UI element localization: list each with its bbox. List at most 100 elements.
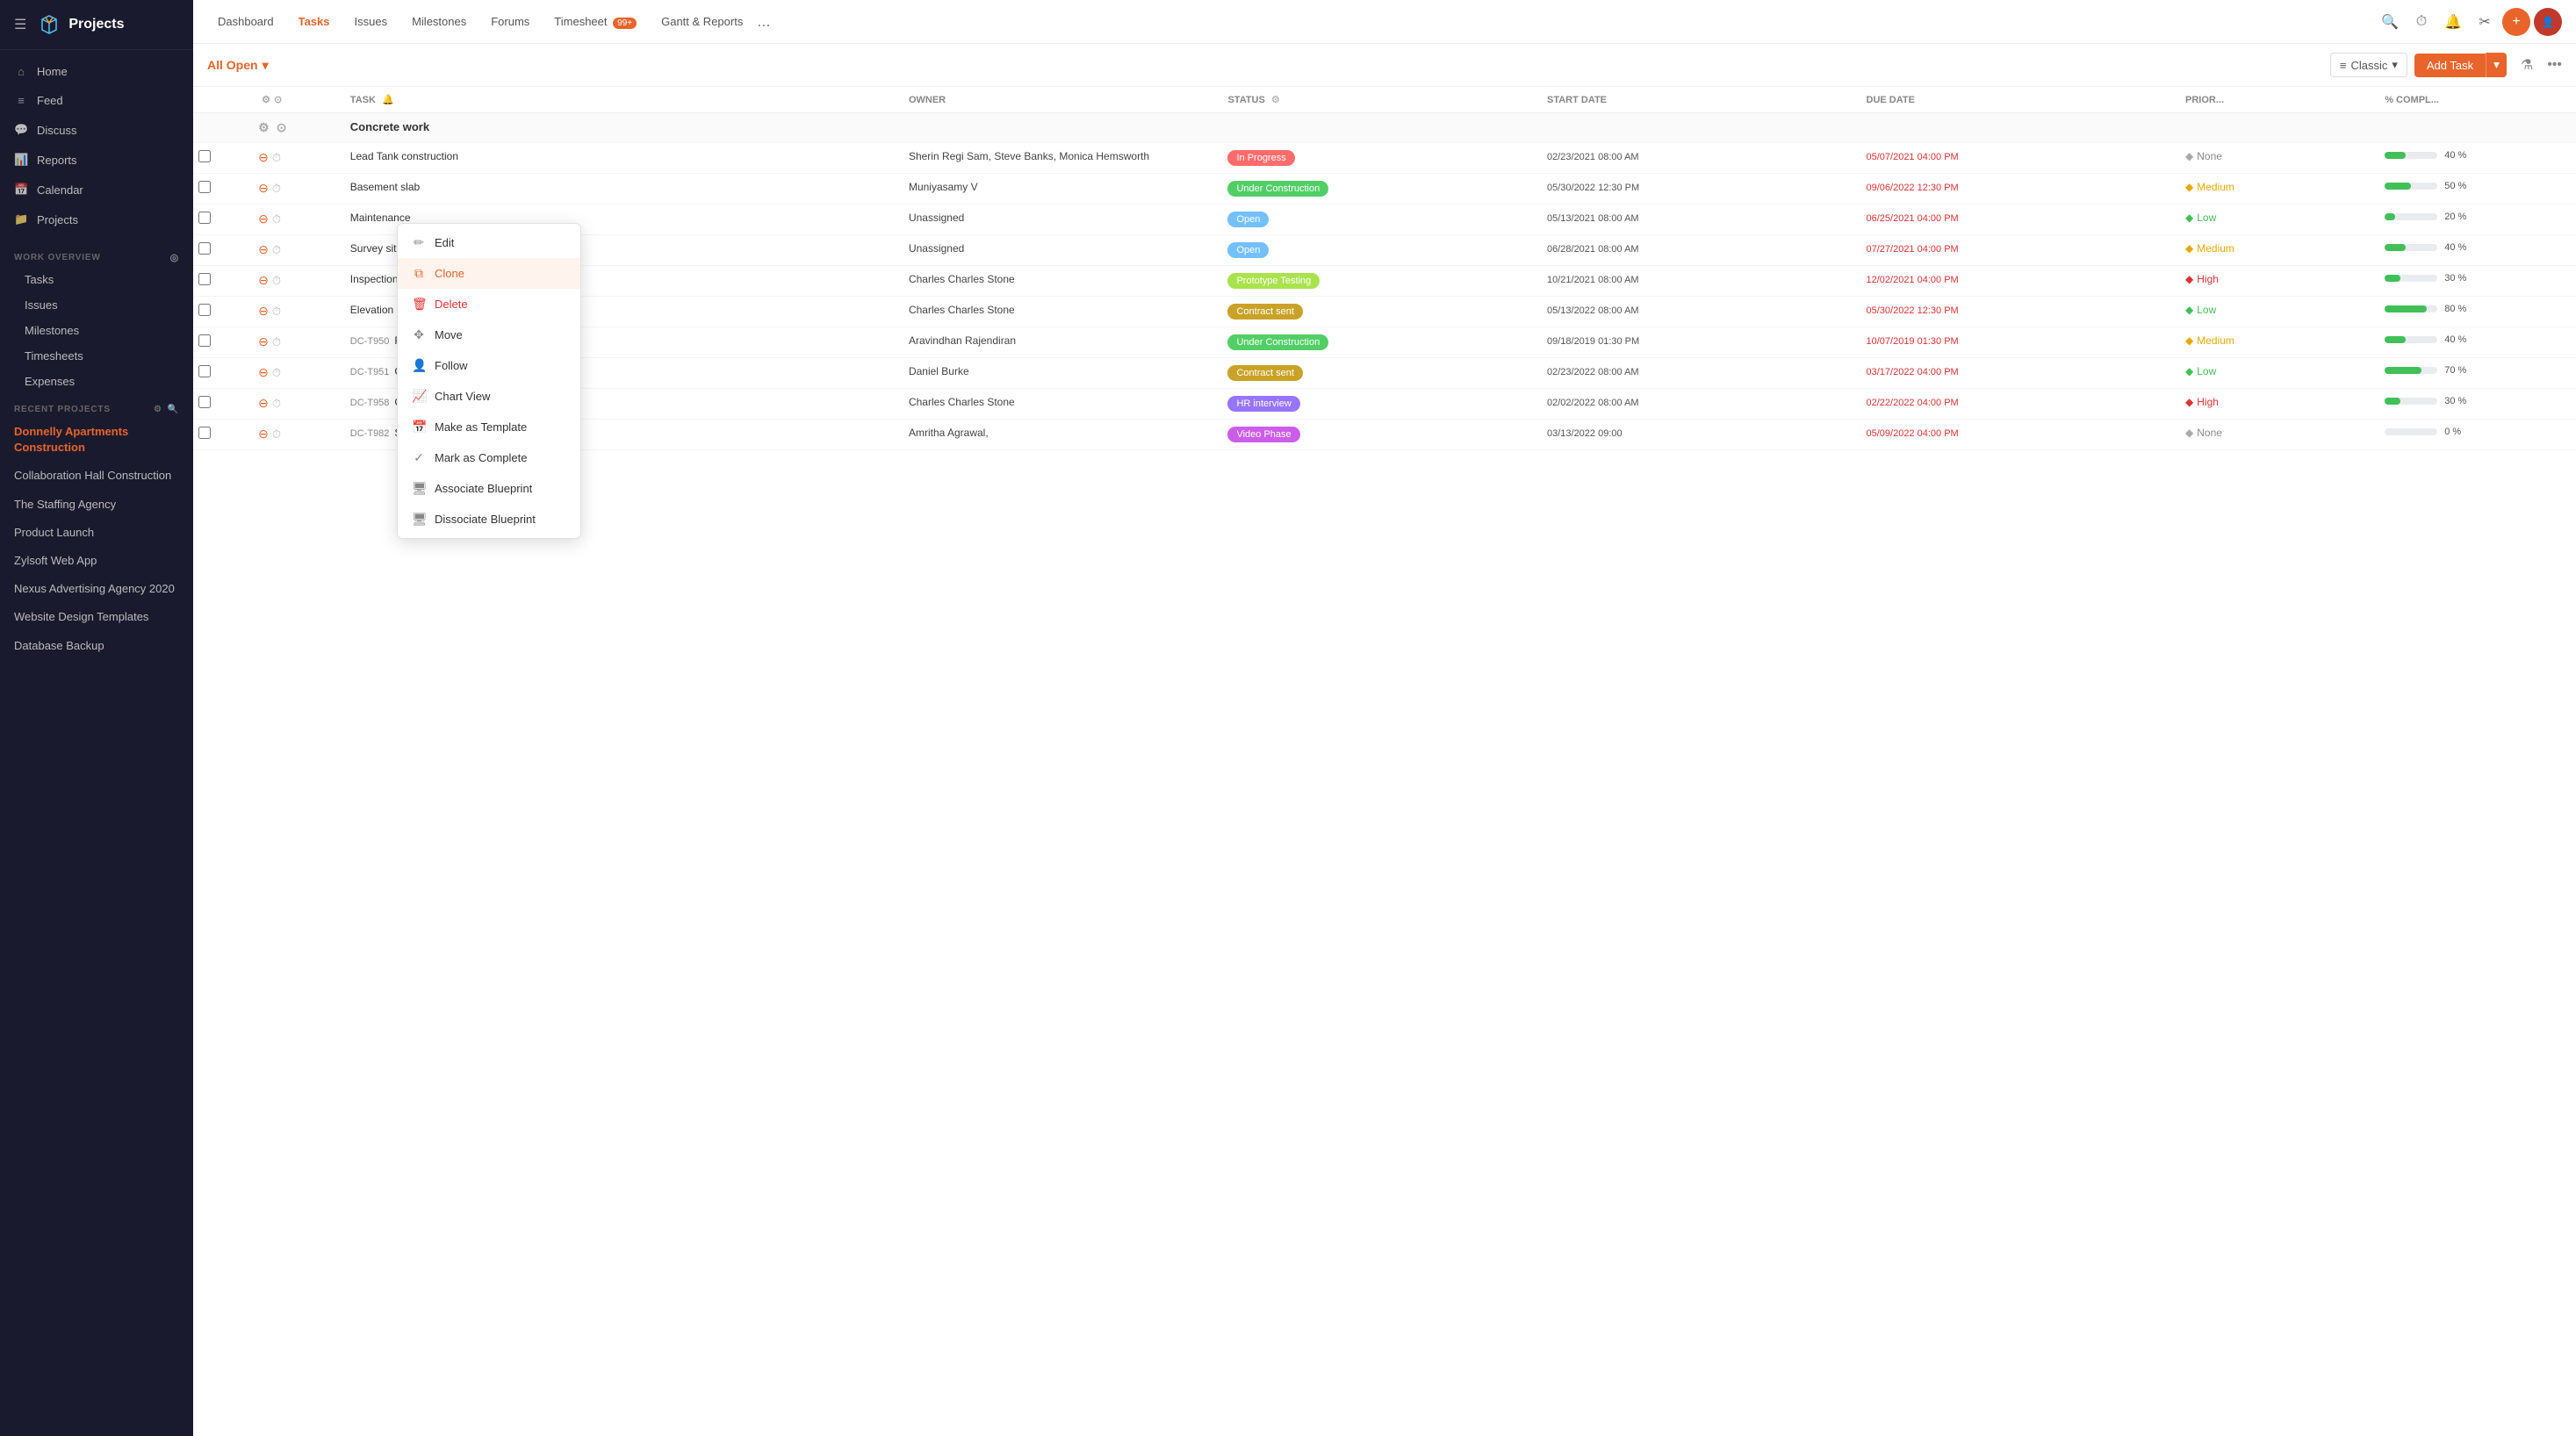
status-badge[interactable]: Open [1227, 242, 1269, 258]
context-menu-move[interactable]: ✥ Move [398, 320, 580, 350]
status-badge[interactable]: HR interview [1227, 396, 1299, 412]
task-timer-icon[interactable]: ⏱ [272, 427, 281, 442]
sidebar-item-milestones[interactable]: Milestones [0, 318, 193, 343]
hamburger-icon[interactable]: ☰ [14, 16, 26, 33]
task-timer-icon[interactable]: ⏱ [272, 182, 281, 196]
nav-issues[interactable]: Issues [344, 10, 399, 33]
sidebar-item-feed[interactable]: ≡ Feed [0, 86, 193, 115]
sidebar-item-expenses[interactable]: Expenses [0, 369, 193, 394]
filter-icon-button[interactable]: ⚗ [2514, 53, 2540, 77]
add-task-button[interactable]: Add Task [2414, 54, 2486, 77]
nav-forums[interactable]: Forums [480, 10, 540, 33]
context-menu-delete[interactable]: 🗑 Delete [398, 289, 580, 320]
task-timer-icon[interactable]: ⏱ [272, 305, 281, 319]
status-badge[interactable]: Under Construction [1227, 334, 1328, 350]
group-settings-icon[interactable]: ⚙ [258, 120, 270, 135]
task-status-cell[interactable]: HR interview [1219, 389, 1538, 420]
context-menu-blueprint-dissoc[interactable]: 🖥 Dissociate Blueprint [398, 504, 580, 535]
row-checkbox[interactable] [198, 273, 211, 285]
context-menu-chart[interactable]: 📈 Chart View [398, 381, 580, 412]
task-status-cell[interactable]: In Progress [1219, 143, 1538, 174]
sidebar-item-discuss[interactable]: 💬 Discuss [0, 115, 193, 145]
task-status-cell[interactable]: Contract sent [1219, 297, 1538, 327]
row-checkbox[interactable] [198, 181, 211, 193]
row-checkbox[interactable] [198, 334, 211, 347]
task-status-cell[interactable]: Prototype Testing [1219, 266, 1538, 297]
sidebar-item-tasks[interactable]: Tasks [0, 267, 193, 292]
recent-project-webdesign[interactable]: Website Design Templates [0, 603, 193, 631]
th-task-bell-icon[interactable]: 🔔 [382, 95, 394, 105]
status-badge[interactable]: Contract sent [1227, 304, 1302, 320]
task-timer-icon[interactable]: ⏱ [272, 243, 281, 257]
search-icon[interactable]: 🔍 [168, 405, 179, 414]
view-selector[interactable]: ≡ Classic ▾ [2330, 53, 2407, 77]
task-timer-icon[interactable]: ⏱ [272, 397, 281, 411]
task-status-cell[interactable]: Under Construction [1219, 174, 1538, 205]
context-menu-clone[interactable]: ⧉ Clone [398, 258, 580, 289]
status-badge[interactable]: Under Construction [1227, 181, 1328, 197]
task-status-cell[interactable]: Open [1219, 205, 1538, 235]
status-badge[interactable]: Contract sent [1227, 365, 1302, 381]
context-menu-template[interactable]: 📅 Make as Template [398, 412, 580, 442]
task-timer-icon[interactable]: ⏱ [272, 274, 281, 288]
status-badge[interactable]: Video Phase [1227, 427, 1299, 442]
sidebar-item-reports[interactable]: 📊 Reports [0, 145, 193, 175]
task-status-cell[interactable]: Contract sent [1219, 358, 1538, 389]
context-menu-complete[interactable]: ✓ Mark as Complete [398, 442, 580, 473]
scissors-button[interactable]: ✂ [2471, 8, 2499, 36]
context-menu-follow[interactable]: 👤 Follow [398, 350, 580, 381]
task-timer-icon[interactable]: ⏱ [272, 212, 281, 226]
status-badge[interactable]: Open [1227, 212, 1269, 227]
nav-tasks[interactable]: Tasks [288, 10, 341, 33]
row-checkbox[interactable] [198, 212, 211, 224]
recent-project-donnelly[interactable]: Donnelly Apartments Construction [0, 418, 193, 462]
task-status-cell[interactable]: Video Phase [1219, 420, 1538, 450]
task-status-cell[interactable]: Open [1219, 235, 1538, 266]
table-collapse-icon[interactable]: ⊙ [274, 94, 282, 105]
task-status-icon[interactable]: ⊖ [258, 181, 269, 196]
row-checkbox[interactable] [198, 304, 211, 316]
bell-button[interactable]: 🔔 [2439, 8, 2467, 36]
task-status-icon[interactable]: ⊖ [258, 365, 269, 380]
group-collapse-icon[interactable]: ⊙ [277, 120, 287, 135]
row-checkbox[interactable] [198, 427, 211, 439]
sidebar-item-home[interactable]: ⌂ Home [0, 57, 193, 86]
context-menu-edit[interactable]: ✏ Edit [398, 227, 580, 258]
row-checkbox[interactable] [198, 396, 211, 408]
user-avatar[interactable]: 👤 [2534, 8, 2562, 36]
status-badge[interactable]: In Progress [1227, 150, 1294, 166]
recent-project-staffing[interactable]: The Staffing Agency [0, 491, 193, 519]
clock-button[interactable]: ⏱ [2407, 8, 2436, 36]
sidebar-item-calendar[interactable]: 📅 Calendar [0, 175, 193, 205]
row-checkbox[interactable] [198, 365, 211, 377]
recent-project-zylsoft[interactable]: Zylsoft Web App [0, 547, 193, 575]
row-checkbox[interactable] [198, 150, 211, 162]
task-timer-icon[interactable]: ⏱ [272, 366, 281, 380]
status-badge[interactable]: Prototype Testing [1227, 273, 1320, 289]
toolbar-more-button[interactable]: ••• [2547, 57, 2562, 73]
nav-gantt[interactable]: Gantt & Reports [651, 10, 753, 33]
task-status-icon[interactable]: ⊖ [258, 242, 269, 257]
nav-dashboard[interactable]: Dashboard [207, 10, 284, 33]
recent-project-nexus[interactable]: Nexus Advertising Agency 2020 [0, 575, 193, 603]
table-settings-icon[interactable]: ⚙ [262, 94, 270, 105]
task-status-cell[interactable]: Under Construction [1219, 327, 1538, 358]
search-button[interactable]: 🔍 [2376, 8, 2404, 36]
add-task-button-group[interactable]: Add Task ▾ [2414, 53, 2507, 77]
th-status-settings-icon[interactable]: ⚙ [1271, 95, 1280, 105]
row-checkbox[interactable] [198, 242, 211, 255]
nav-more[interactable]: ... [757, 12, 770, 31]
nav-milestones[interactable]: Milestones [401, 10, 477, 33]
task-status-icon[interactable]: ⊖ [258, 212, 269, 226]
filter-dropdown-button[interactable]: All Open ▾ [207, 58, 269, 73]
task-status-icon[interactable]: ⊖ [258, 304, 269, 319]
recent-project-product[interactable]: Product Launch [0, 519, 193, 547]
recent-project-database[interactable]: Database Backup [0, 632, 193, 660]
add-task-caret-button[interactable]: ▾ [2486, 53, 2507, 77]
filter-icon[interactable]: ⚙ [154, 405, 162, 414]
sidebar-item-timesheets[interactable]: Timesheets [0, 343, 193, 369]
task-status-icon[interactable]: ⊖ [258, 427, 269, 442]
task-timer-icon[interactable]: ⏱ [272, 335, 281, 349]
task-status-icon[interactable]: ⊖ [258, 273, 269, 288]
nav-timesheet[interactable]: Timesheet 99+ [543, 10, 647, 33]
